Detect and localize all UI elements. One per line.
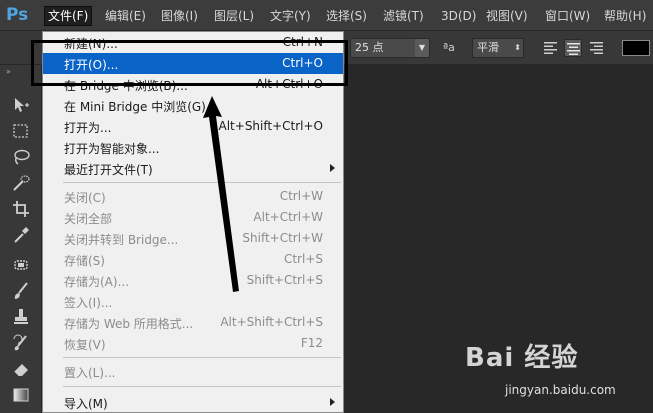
- menu-item-shortcut: Alt+Ctrl+W: [253, 210, 323, 224]
- eyedropper-tool-icon[interactable]: [11, 225, 31, 245]
- menu-item-close-all[interactable]: 关闭全部 Alt+Ctrl+W: [43, 207, 343, 228]
- menu-item-close[interactable]: 关闭(C) Ctrl+W: [43, 186, 343, 207]
- align-right-button[interactable]: [588, 39, 606, 57]
- menu-item-label: 恢复(V): [64, 338, 106, 352]
- menu-item-label: 打开为智能对象...: [64, 142, 160, 156]
- healing-brush-tool-icon[interactable]: [11, 255, 31, 275]
- menu-item-shortcut: Shift+Ctrl+W: [242, 231, 323, 245]
- menu-separator: [63, 386, 341, 387]
- history-brush-tool-icon[interactable]: [11, 333, 31, 353]
- menu-image[interactable]: 图像(I): [161, 7, 198, 25]
- anti-alias-icon: ªa: [443, 41, 455, 54]
- align-center-icon: [567, 43, 580, 55]
- menu-item-label: 存储(S): [64, 254, 105, 268]
- brush-tool-icon[interactable]: [11, 281, 31, 301]
- menu-item-save-as[interactable]: 存储为(A)... Shift+Ctrl+S: [43, 270, 343, 291]
- menu-item-open-as-smart-object[interactable]: 打开为智能对象...: [43, 137, 343, 158]
- menu-edit[interactable]: 编辑(E): [105, 7, 146, 25]
- menu-item-revert[interactable]: 恢复(V) F12: [43, 333, 343, 354]
- photoshop-logo: Ps: [6, 5, 29, 25]
- menu-item-label: 打开为...: [64, 121, 112, 135]
- menu-file[interactable]: 文件(F): [43, 6, 93, 26]
- menu-item-import[interactable]: 导入(M): [43, 392, 343, 413]
- menu-item-label: 存储为(A)...: [64, 275, 130, 289]
- menu-item-close-and-go-to-bridge[interactable]: 关闭并转到 Bridge... Shift+Ctrl+W: [43, 228, 343, 249]
- watermark: Bai 经验 jingyan.baidu.com: [465, 337, 650, 409]
- menu-filter[interactable]: 滤镜(T): [383, 7, 424, 25]
- menu-item-check-in[interactable]: 签入(I)...: [43, 291, 343, 312]
- highlight-annotation-box: [31, 40, 348, 86]
- move-tool-icon[interactable]: [11, 95, 31, 115]
- chevron-down-icon: ▼: [415, 39, 429, 57]
- chevron-updown-icon: ⬍: [514, 43, 521, 52]
- menu-item-shortcut: Ctrl+S: [283, 252, 323, 266]
- menu-select[interactable]: 选择(S): [326, 7, 367, 25]
- font-size-value: 25 点: [355, 41, 384, 54]
- menu-item-label: 关闭(C): [64, 191, 106, 205]
- collapse-icon[interactable]: »: [6, 67, 11, 76]
- menu-item-label: 签入(I)...: [64, 296, 113, 310]
- menu-item-place[interactable]: 置入(L)...: [43, 361, 343, 382]
- menu-item-save[interactable]: 存储(S) Ctrl+S: [43, 249, 343, 270]
- menu-item-label: 关闭全部: [64, 212, 113, 226]
- watermark-url: jingyan.baidu.com: [505, 383, 616, 397]
- menu-item-label: 关闭并转到 Bridge...: [64, 233, 179, 247]
- submenu-arrow-icon: [330, 398, 335, 406]
- anti-alias-value: 平滑: [477, 41, 499, 54]
- menu-help[interactable]: 帮助(H): [604, 7, 646, 25]
- gradient-tool-icon[interactable]: [11, 385, 31, 405]
- menu-item-shortcut: F12: [300, 336, 323, 350]
- file-menu-dropdown: 新建(N)... Ctrl+N 打开(O)... Ctrl+O 在 Bridge…: [42, 31, 344, 413]
- menu-3d[interactable]: 3D(D): [441, 7, 476, 25]
- menu-window[interactable]: 窗口(W): [545, 7, 590, 25]
- menu-view[interactable]: 视图(V): [486, 7, 528, 25]
- menu-item-browse-in-mini-bridge[interactable]: 在 Mini Bridge 中浏览(G)...: [43, 95, 343, 116]
- menu-item-label: 最近打开文件(T): [64, 163, 153, 177]
- tools-panel: »: [0, 65, 42, 413]
- menu-item-label: 存储为 Web 所用格式...: [64, 317, 194, 331]
- menu-item-label: 导入(M): [64, 397, 108, 411]
- submenu-arrow-icon: [330, 164, 335, 172]
- menu-separator: [63, 357, 341, 358]
- text-color-swatch[interactable]: [622, 40, 650, 56]
- watermark-logo: Bai 经验: [465, 343, 579, 373]
- menu-item-shortcut: Ctrl+W: [279, 189, 323, 203]
- menu-bar: Ps 文件(F) 编辑(E) 图像(I) 图层(L) 文字(Y) 选择(S) 滤…: [0, 0, 653, 31]
- align-left-button[interactable]: [542, 39, 560, 57]
- align-left-icon: [544, 42, 557, 54]
- align-right-icon: [590, 42, 603, 54]
- menu-layer[interactable]: 图层(L): [214, 7, 254, 25]
- menu-item-save-for-web[interactable]: 存储为 Web 所用格式... Alt+Shift+Ctrl+S: [43, 312, 343, 333]
- menu-item-label: 置入(L)...: [64, 366, 116, 380]
- anti-alias-select[interactable]: 平滑 ⬍: [472, 38, 524, 58]
- menu-item-open-as[interactable]: 打开为... Alt+Shift+Ctrl+O: [43, 116, 343, 137]
- menu-item-shortcut: Alt+Shift+Ctrl+S: [220, 315, 323, 329]
- align-center-button[interactable]: [564, 39, 582, 57]
- lasso-tool-icon[interactable]: [11, 147, 31, 167]
- font-size-select[interactable]: 25 点 ▼: [350, 38, 430, 58]
- menu-item-open-recent[interactable]: 最近打开文件(T): [43, 158, 343, 179]
- pointer-arrow-icon: [203, 96, 239, 292]
- quick-selection-tool-icon[interactable]: [11, 173, 31, 193]
- eraser-tool-icon[interactable]: [11, 359, 31, 379]
- crop-tool-icon[interactable]: [11, 199, 31, 219]
- clone-stamp-tool-icon[interactable]: [11, 307, 31, 327]
- marquee-tool-icon[interactable]: [11, 121, 31, 141]
- menu-item-shortcut: Shift+Ctrl+S: [246, 273, 323, 287]
- menu-type[interactable]: 文字(Y): [270, 7, 311, 25]
